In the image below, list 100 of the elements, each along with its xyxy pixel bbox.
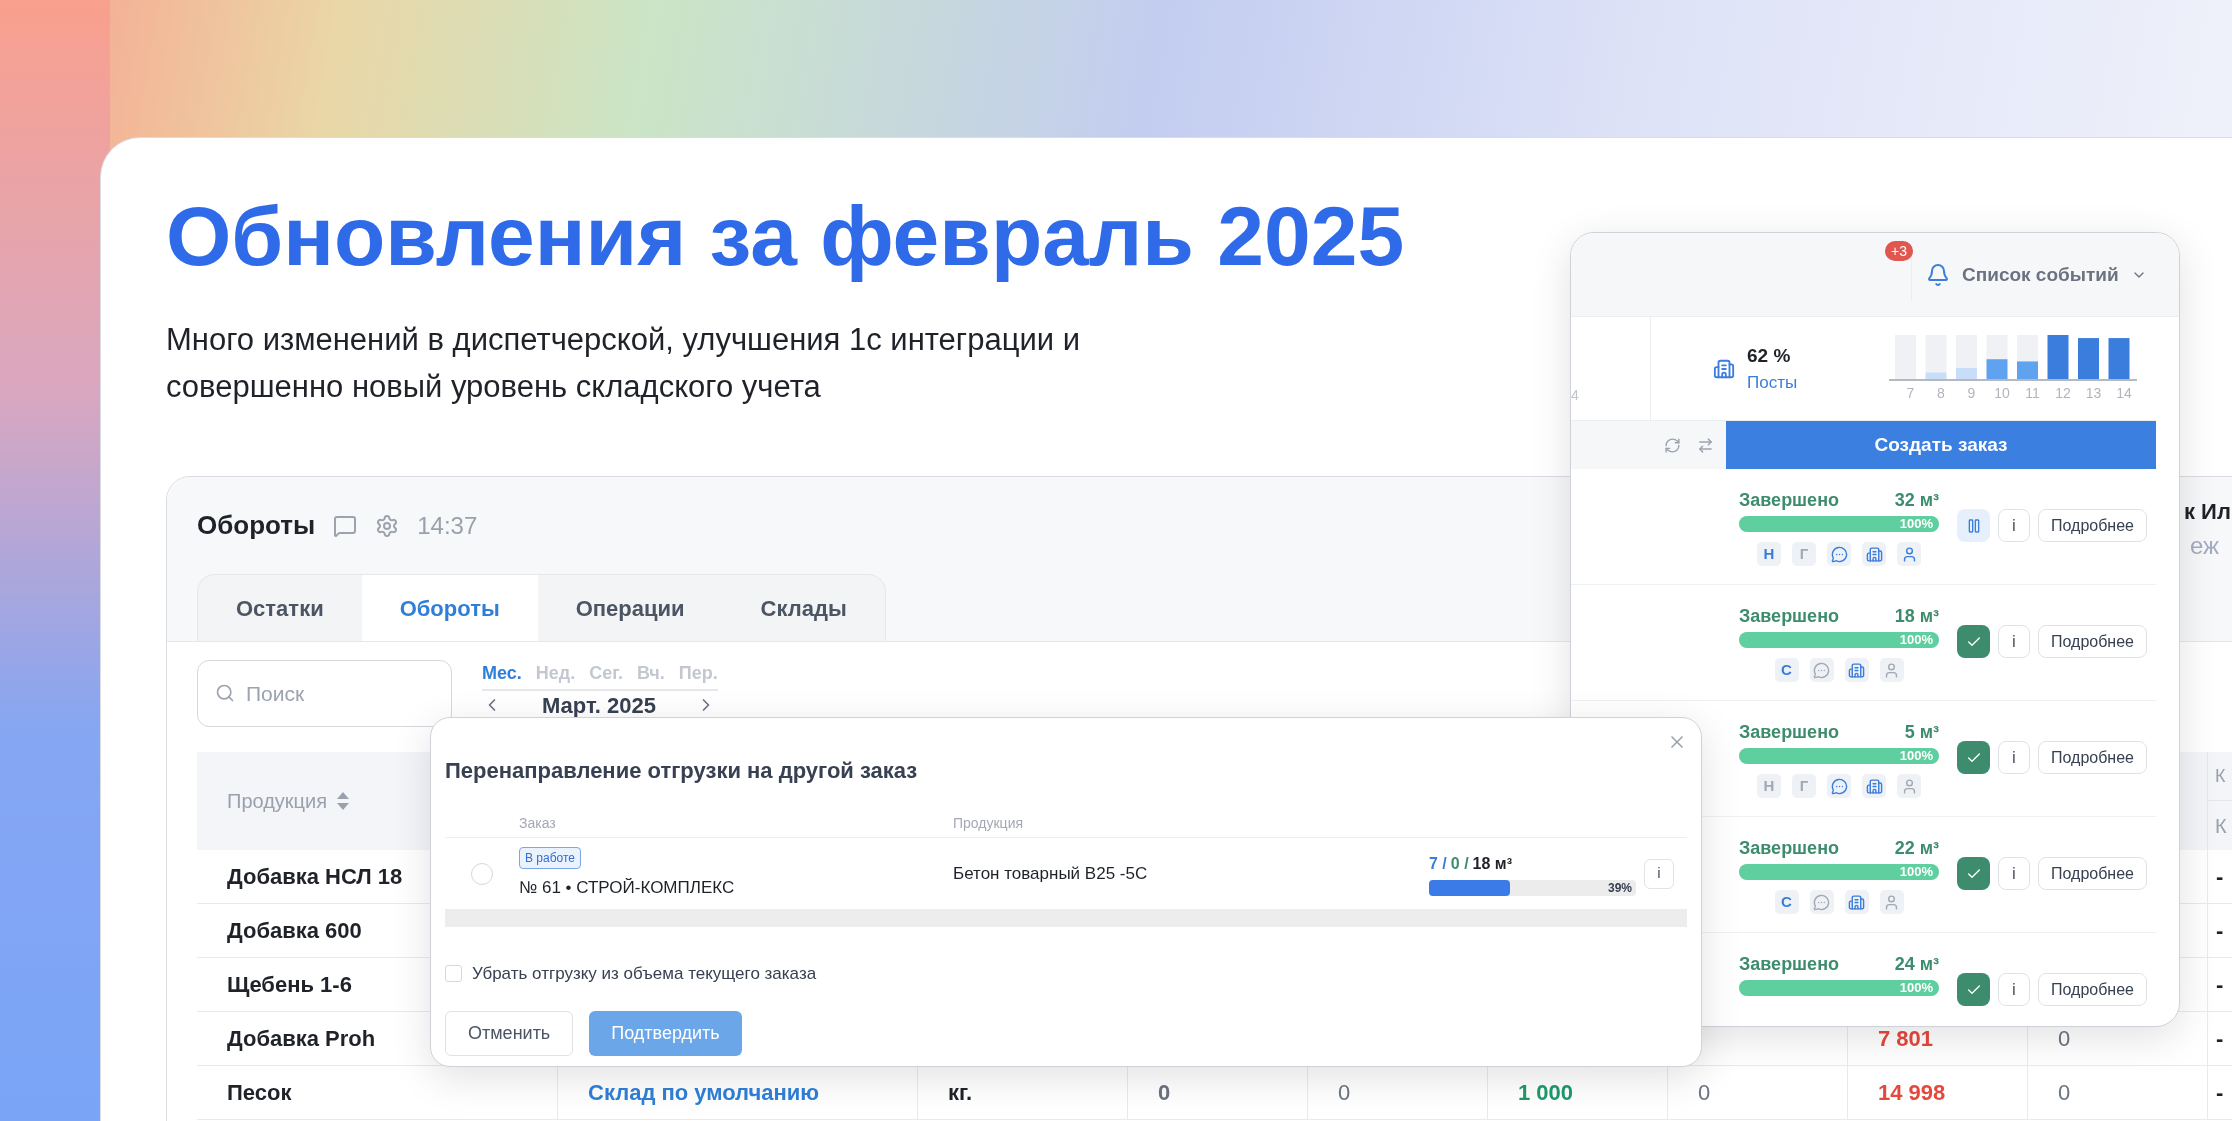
details-button[interactable]: Подробнее: [2038, 741, 2147, 774]
progress-percent: 100%: [1899, 747, 1934, 766]
window-title: Обороты: [197, 509, 316, 543]
check-button[interactable]: [1957, 973, 1990, 1006]
cancel-button[interactable]: Отменить: [445, 1010, 574, 1056]
bar: [1956, 368, 1978, 379]
tab[interactable]: Склады: [722, 575, 885, 642]
column-header: К: [2215, 813, 2227, 839]
table-cell-text: 14 998: [1878, 1079, 1946, 1108]
checkbox-label: Убрать отгрузку из объема текущего заказа: [472, 963, 817, 985]
table-cell-text: 7 801: [1878, 1025, 1934, 1054]
tab[interactable]: Обороты: [361, 575, 538, 642]
column-header: Заказ: [519, 813, 557, 833]
info-button[interactable]: i: [1998, 973, 2030, 1006]
period-tab[interactable]: Мес.: [482, 660, 522, 688]
status-label: Завершено: [1739, 953, 1839, 976]
info-button[interactable]: i: [1644, 858, 1674, 889]
month-label: Март. 2025: [542, 691, 656, 720]
check-button[interactable]: [1957, 857, 1990, 890]
table-cell-text: кг.: [948, 1079, 973, 1108]
tab[interactable]: Остатки: [198, 575, 362, 642]
table-cell-text: 0: [2058, 1079, 2071, 1108]
events-button[interactable]: Список событий: [1911, 249, 2151, 301]
letter-tag: Н: [1757, 542, 1781, 566]
progress-percent: 100%: [1899, 631, 1934, 650]
progress-percent: 100%: [1899, 863, 1934, 882]
column-header: Продукция: [953, 813, 1024, 833]
create-order-button[interactable]: Создать заказ: [1726, 421, 2156, 469]
bar: [2078, 338, 2100, 379]
hour-label: 12: [2054, 384, 2072, 403]
column-header: Продукция: [227, 789, 328, 815]
subtitle-line: Много изменений в диспетчерской, улучшения 1с интеграции и: [166, 321, 1080, 360]
table-cell-text: Добавка Proh: [227, 1025, 376, 1054]
progress-percent: 39%: [1607, 879, 1633, 897]
search-field[interactable]: Поиск: [197, 660, 452, 728]
info-button[interactable]: i: [1998, 741, 2030, 774]
header-text: еж: [2189, 531, 2220, 562]
refresh-icon[interactable]: [1664, 436, 1681, 454]
volume-label: 22 м³: [1894, 837, 1939, 860]
sort-icon[interactable]: [337, 792, 350, 811]
table-cell-text: Добавка НСЛ 18: [227, 863, 403, 892]
hour-label: 9: [1966, 384, 1977, 403]
bar-track: [1895, 335, 1917, 379]
table-cell-text: -: [2216, 1025, 2224, 1054]
bar: [2108, 338, 2130, 379]
order-name: № 61 • СТРОЙ-КОМПЛЕКС: [519, 876, 735, 899]
dialog-title: Перенаправление отгрузки на другой заказ: [445, 757, 918, 785]
table-cell-text: Склад по умолчанию: [588, 1079, 820, 1108]
table-cell-text: -: [2216, 1079, 2224, 1108]
count-badge: +3: [1885, 241, 1913, 261]
status-label: Завершено: [1739, 837, 1839, 860]
details-button[interactable]: Подробнее: [2038, 625, 2147, 658]
table-cell-text: -: [2216, 971, 2224, 1000]
column-header: К: [2215, 764, 2226, 788]
check-button[interactable]: [1957, 625, 1990, 658]
hour-label: 14: [2115, 384, 2133, 403]
volume-label: 5 м³: [1904, 721, 1939, 744]
swap-icon[interactable]: [1697, 436, 1714, 454]
subtitle-line: совершенно новый уровень складского учета: [166, 368, 821, 407]
info-button[interactable]: i: [1998, 857, 2030, 890]
letter-tag: Н: [1757, 774, 1781, 798]
hour-label: 7: [1905, 384, 1916, 403]
table-cell-text: 0: [1698, 1079, 1711, 1108]
tab[interactable]: Операции: [537, 575, 723, 642]
letter-tag: Г: [1792, 774, 1816, 798]
letter-tag: С: [1774, 658, 1799, 682]
search-icon: [215, 683, 235, 704]
bar: [1925, 372, 1947, 379]
info-button[interactable]: i: [1998, 625, 2030, 658]
settings-icon[interactable]: [375, 513, 400, 538]
hour-label: 13: [2084, 384, 2103, 403]
details-button[interactable]: Подробнее: [2038, 509, 2147, 542]
product-name: Бетон товарный В25 -5С: [953, 862, 1149, 885]
table-cell-text: Песок: [227, 1079, 292, 1108]
stat-value: 62 %: [1747, 343, 1792, 368]
details-button[interactable]: Подробнее: [2038, 857, 2147, 890]
total-amount: 18 м³: [1472, 853, 1512, 874]
letter-tag: Г: [1792, 542, 1816, 566]
hour-label: 8: [1936, 384, 1946, 403]
details-button[interactable]: Подробнее: [2038, 973, 2147, 1006]
status-label: Завершено: [1739, 605, 1839, 628]
progress-percent: 100%: [1899, 979, 1934, 998]
header-text: к Ил: [2184, 498, 2231, 527]
bell-icon: [1926, 263, 1950, 287]
bar: [2047, 335, 2069, 379]
pause-button[interactable]: [1957, 509, 1990, 542]
loaded-amount: 0 /: [1450, 853, 1469, 874]
info-button[interactable]: i: [1998, 509, 2030, 542]
table-cell-text: -: [2216, 863, 2224, 892]
checkbox[interactable]: [445, 965, 462, 983]
bar: [1986, 359, 2008, 379]
volume-label: 18 м³: [1894, 605, 1939, 628]
building-icon: [1713, 357, 1735, 380]
letter-tag: С: [1774, 890, 1799, 914]
axis-label: 4: [1571, 386, 1580, 405]
check-button[interactable]: [1957, 741, 1990, 774]
page-title: Обновления за февраль 2025: [166, 190, 1405, 283]
time-label: 14:37: [417, 510, 478, 541]
volume-label: 32 м³: [1894, 489, 1939, 512]
planned-amount: 7 /: [1429, 853, 1447, 874]
